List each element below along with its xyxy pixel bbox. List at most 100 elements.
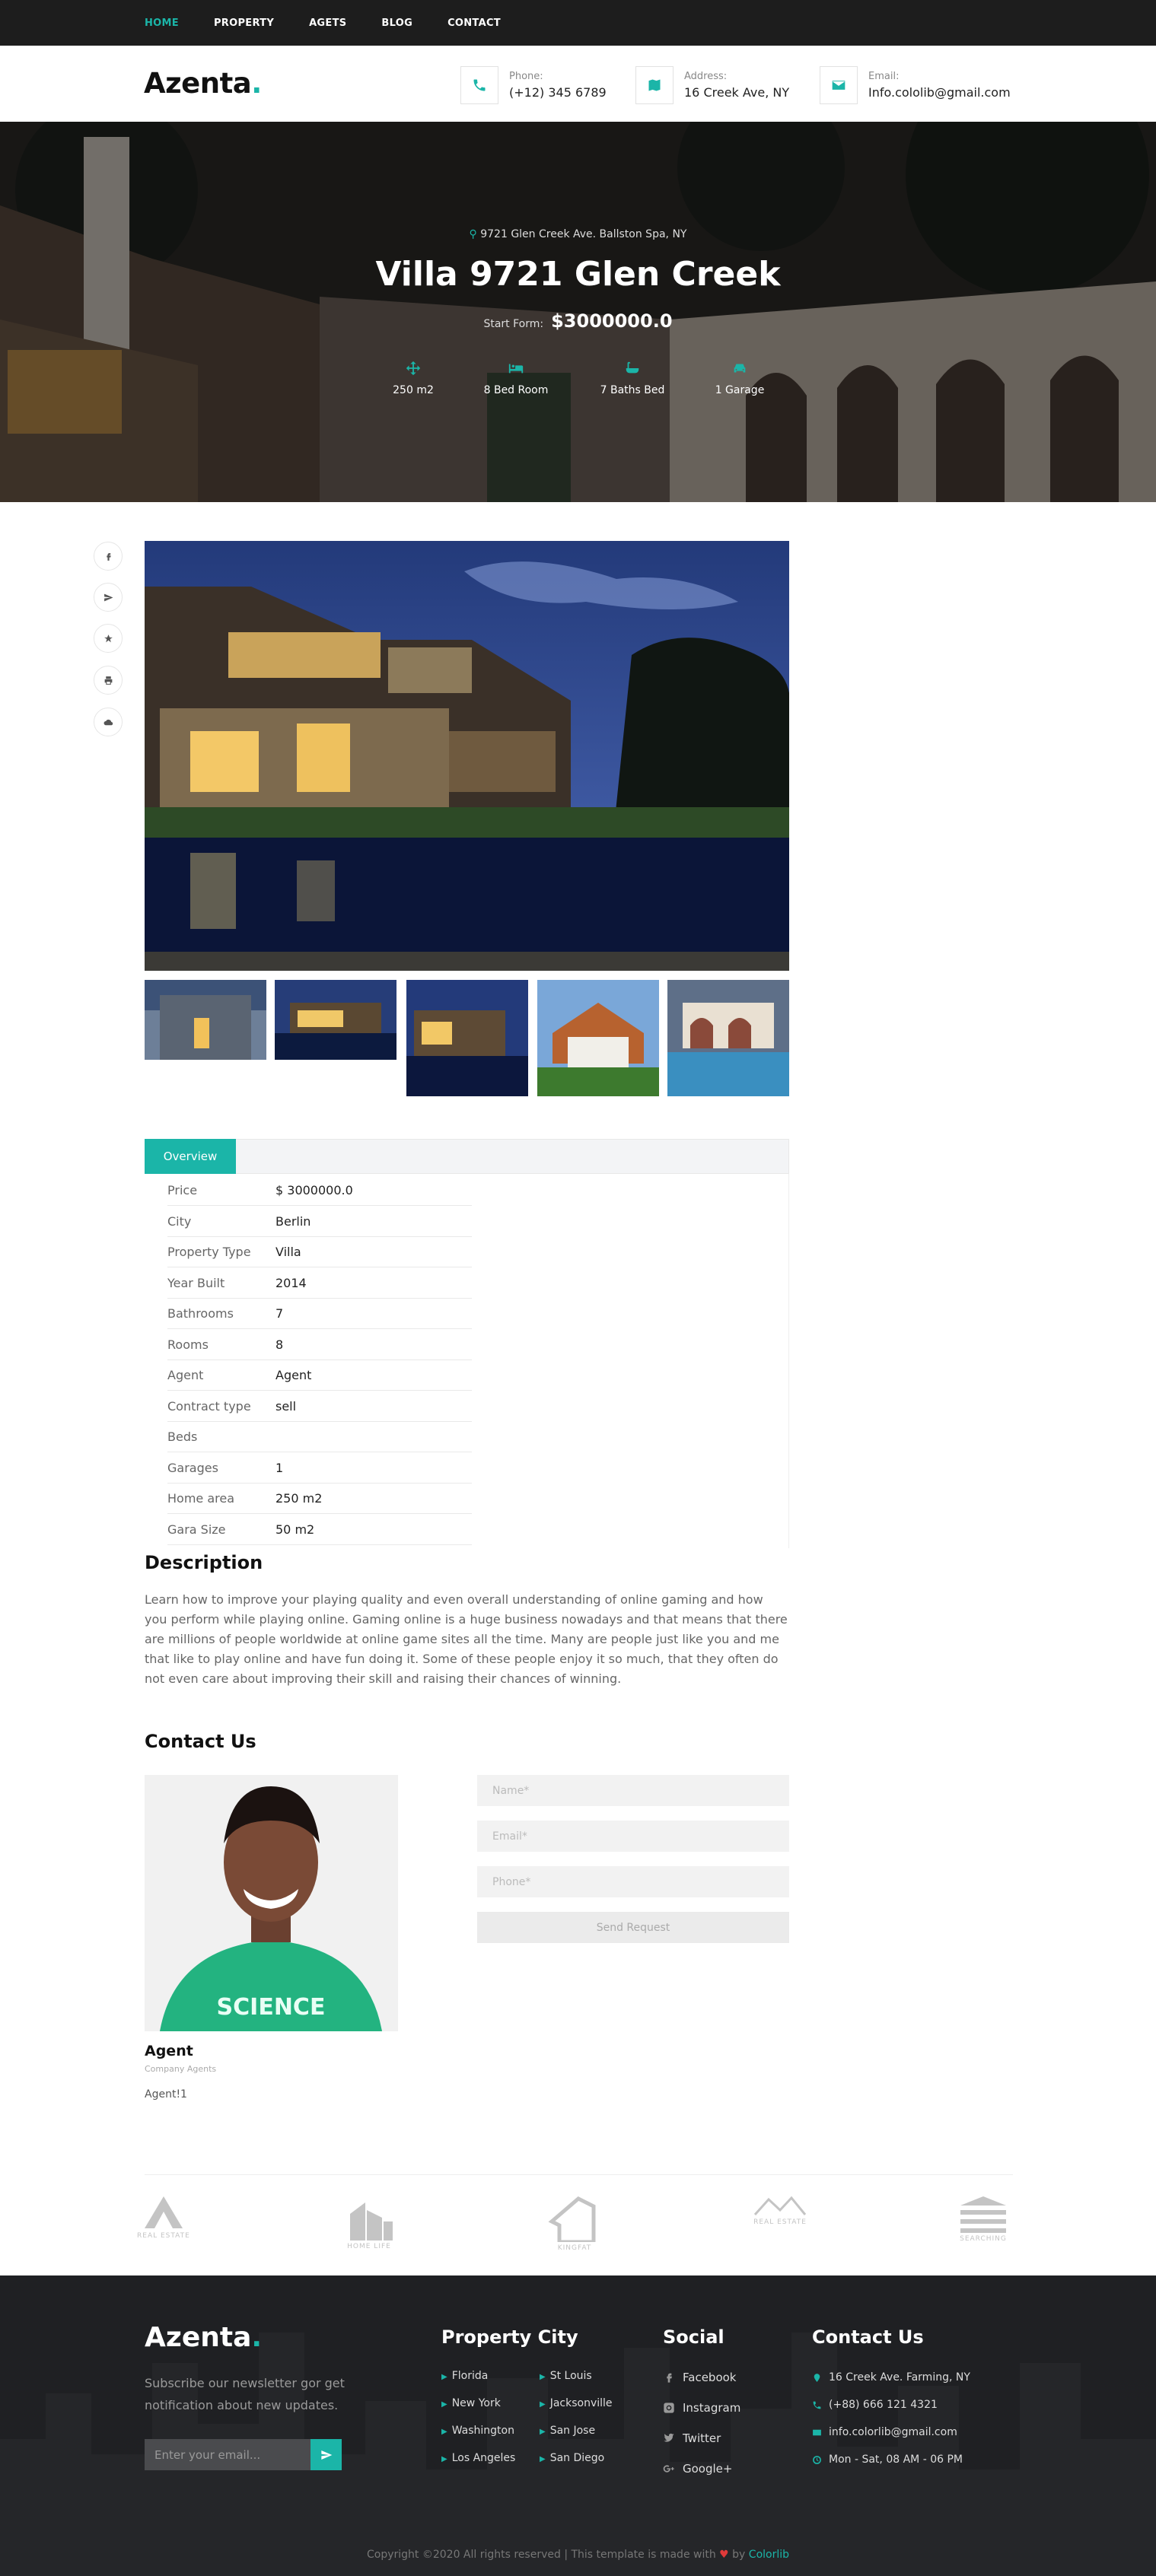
footer-city-link[interactable]: ▶ Florida — [441, 2370, 488, 2382]
agent-role: Company Agents — [145, 2064, 217, 2074]
address-value: 16 Creek Ave, NY — [684, 85, 790, 100]
newsletter-text: Subscribe our newsletter gor get notific… — [145, 2376, 345, 2412]
email-value[interactable]: Info.cololib@gmail.com — [868, 85, 1011, 100]
caret-right-icon: ▶ — [441, 2428, 447, 2436]
share-send-button[interactable] — [94, 583, 123, 612]
overview-tab-bar — [145, 1139, 789, 1174]
send-icon — [103, 593, 113, 601]
bath-icon — [626, 361, 639, 374]
download-button[interactable] — [94, 708, 123, 736]
gallery-thumb[interactable] — [145, 980, 266, 1060]
social-googleplus-link[interactable]: Google+ — [663, 2462, 732, 2476]
facebook-icon — [106, 552, 111, 561]
property-main-photo[interactable] — [145, 541, 789, 971]
overview-row-label: Agent — [167, 1368, 204, 1382]
nav-home[interactable]: HOME — [145, 17, 179, 29]
overview-row-label: Property Type — [167, 1245, 251, 1259]
overview-row: City Berlin — [167, 1207, 472, 1237]
site-header: Azenta. Phone: (+12) 345 6789 Address: 16 … — [0, 46, 1156, 122]
svg-text:SCIENCE: SCIENCE — [217, 1994, 326, 2021]
copyright-text: Copyright ©2020 All rights reserved | Th… — [366, 2549, 790, 2561]
clock-icon — [813, 2455, 821, 2464]
nav-property[interactable]: PROPERTY — [214, 17, 274, 29]
gallery-thumb[interactable] — [537, 980, 659, 1096]
newsletter-email-input[interactable]: Enter your email... — [145, 2439, 310, 2470]
social-instagram-link[interactable]: Instagram — [663, 2401, 740, 2415]
tab-overview[interactable]: Overview — [145, 1139, 236, 1174]
footer-city-link[interactable]: ▶ Washington — [441, 2425, 514, 2437]
email-field[interactable]: Email* — [477, 1821, 789, 1852]
footer-logo[interactable]: Azenta. — [145, 2322, 262, 2353]
gallery-thumb[interactable] — [406, 980, 528, 1096]
twitter-icon — [664, 2433, 674, 2442]
nav-contact[interactable]: CONTACT — [447, 17, 501, 29]
phone-value[interactable]: (+12) 345 6789 — [509, 85, 607, 100]
location-pin-icon — [814, 2373, 820, 2382]
footer-address: 16 Creek Ave. Farming, NY — [812, 2371, 970, 2384]
overview-row-value: Berlin — [275, 1213, 311, 1229]
partner-logo[interactable]: KINGFAT — [548, 2195, 601, 2252]
name-field[interactable]: Name* — [477, 1775, 789, 1806]
footer-cities-heading: Property City — [441, 2326, 578, 2348]
footer-city-link[interactable]: ▶ New York — [441, 2397, 501, 2409]
email-label: Email: — [868, 71, 900, 82]
google-plus-icon — [663, 2465, 674, 2473]
share-facebook-button[interactable] — [94, 542, 123, 571]
overview-row-label: Year Built — [167, 1275, 225, 1290]
overview-row-label: Garages — [167, 1460, 218, 1475]
site-logo[interactable]: Azenta. — [144, 67, 262, 100]
caret-right-icon: ▶ — [540, 2455, 546, 2463]
overview-row-label: City — [167, 1213, 192, 1229]
partner-logo[interactable]: REAL ESTATE — [137, 2195, 190, 2240]
phone-label: Phone: — [509, 71, 543, 82]
phone-field[interactable]: Phone* — [477, 1866, 789, 1897]
footer-city-link[interactable]: ▶ San Jose — [540, 2425, 595, 2437]
feature-baths: 7 Baths Bed — [579, 360, 686, 396]
header-address: Address: 16 Creek Ave, NY — [635, 66, 789, 104]
phone-icon — [460, 66, 498, 104]
newsletter-submit-button[interactable] — [310, 2439, 342, 2470]
footer-phone[interactable]: (+88) 666 121 4321 — [812, 2399, 938, 2411]
caret-right-icon: ▶ — [540, 2428, 546, 2436]
hero-price: Start Form: $3000000.0 — [483, 310, 673, 332]
agent-photo: SCIENCE — [145, 1775, 398, 2031]
partners-divider — [145, 2174, 1013, 2175]
overview-row: Year Built 2014 — [167, 1268, 472, 1299]
contact-heading: Contact Us — [145, 1731, 256, 1752]
footer-contact-heading: Contact Us — [812, 2326, 924, 2348]
send-request-button[interactable]: Send Request — [477, 1912, 789, 1943]
overview-row: Price $ 3000000.0 — [167, 1175, 472, 1206]
overview-row-label: Beds — [167, 1430, 198, 1444]
social-facebook-link[interactable]: Facebook — [663, 2371, 736, 2384]
footer-city-link[interactable]: ▶ San Diego — [540, 2452, 604, 2464]
envelope-icon — [813, 2429, 821, 2435]
overview-row: Gara Size 50 m2 — [167, 1515, 472, 1545]
hero-location: ⚲ 9721 Glen Creek Ave. Ballston Spa, NY — [469, 228, 687, 240]
footer-city-link[interactable]: ▶ Los Angeles — [441, 2452, 515, 2464]
nav-blog[interactable]: BLOG — [381, 17, 412, 29]
hero-banner: ⚲ 9721 Glen Creek Ave. Ballston Spa, NY … — [0, 122, 1156, 502]
partner-logo[interactable]: HOME LIFE — [342, 2195, 396, 2250]
nav-agents[interactable]: AGETS — [309, 17, 346, 29]
print-button[interactable] — [94, 666, 123, 695]
overview-row: Home area 250 m2 — [167, 1484, 472, 1514]
gallery-thumb[interactable] — [275, 980, 396, 1060]
address-label: Address: — [684, 71, 728, 82]
overview-row: Property Type Villa — [167, 1237, 472, 1267]
gallery-thumb[interactable] — [667, 980, 789, 1096]
footer-email[interactable]: info.colorlib@gmail.com — [812, 2426, 957, 2438]
footer-city-link[interactable]: ▶ Jacksonville — [540, 2397, 613, 2409]
colorlib-link[interactable]: Colorlib — [749, 2549, 789, 2561]
feature-area: 250 m2 — [360, 360, 467, 396]
favorite-button[interactable] — [94, 624, 123, 653]
footer-city-link[interactable]: ▶ St Louis — [540, 2370, 592, 2382]
overview-row-value: $ 3000000.0 — [275, 1183, 353, 1197]
header-email: Email: Info.cololib@gmail.com — [820, 66, 1011, 104]
partner-logo[interactable]: SEARCHING — [959, 2195, 1008, 2243]
partner-logo[interactable]: REAL ESTATE — [753, 2195, 807, 2226]
social-twitter-link[interactable]: Twitter — [663, 2431, 721, 2445]
overview-row-value: 1 — [275, 1460, 284, 1475]
overview-row-label: Bathrooms — [167, 1306, 234, 1321]
print-icon — [104, 676, 112, 685]
envelope-icon — [820, 66, 858, 104]
